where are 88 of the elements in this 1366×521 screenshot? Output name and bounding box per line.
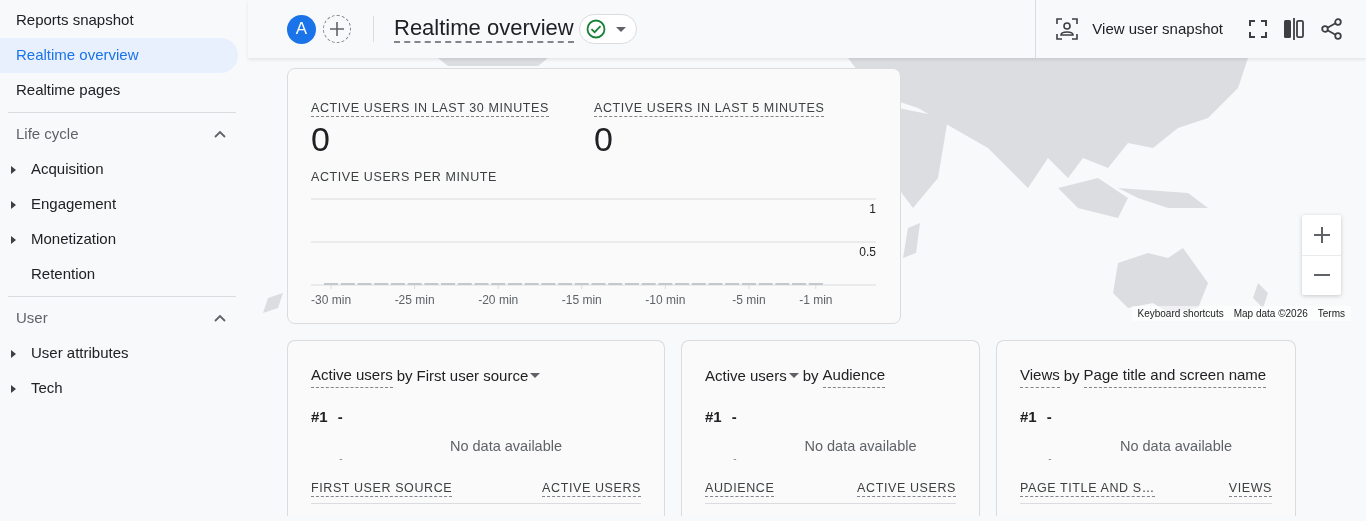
caret-icon[interactable] bbox=[10, 165, 16, 174]
nav-item[interactable]: Tech bbox=[31, 377, 63, 400]
nav-item[interactable]: Acquisition bbox=[31, 158, 104, 181]
axis-label: 1 bbox=[869, 202, 876, 217]
nav-item[interactable]: Monetization bbox=[31, 228, 117, 251]
axis-label: -5 min bbox=[732, 293, 766, 308]
section-title: Life cycle bbox=[16, 124, 79, 145]
axis-label: -20 min bbox=[478, 293, 519, 308]
chart-bar bbox=[658, 283, 673, 286]
axis-label: -10 min bbox=[645, 293, 686, 308]
nav-item[interactable]: Retention bbox=[31, 263, 96, 286]
column-header[interactable]: PAGE TITLE AND S… bbox=[1020, 480, 1155, 498]
map-attribution-link[interactable]: Keyboard shortcuts bbox=[1137, 306, 1224, 321]
card-title-text: by bbox=[396, 365, 413, 386]
section-title: User bbox=[16, 308, 48, 329]
plus-icon bbox=[329, 21, 345, 37]
chart-bar bbox=[407, 283, 422, 286]
axis-label: -1 min bbox=[799, 293, 833, 308]
avatar[interactable]: A bbox=[287, 14, 316, 44]
card-title-text: by bbox=[802, 365, 819, 386]
status-dropdown[interactable] bbox=[578, 14, 637, 44]
view-snapshot-button[interactable]: View user snapshot bbox=[1050, 17, 1229, 41]
card-title-term[interactable]: Active users bbox=[311, 364, 393, 388]
caret-icon[interactable] bbox=[10, 384, 16, 393]
empty-message: No data available bbox=[804, 438, 917, 454]
nav-item[interactable]: Realtime overview bbox=[0, 38, 238, 73]
chart-bar bbox=[641, 283, 656, 286]
zoom-in-icon[interactable] bbox=[1313, 226, 1330, 243]
nav-item[interactable]: User attributes bbox=[31, 342, 129, 365]
chart-bar bbox=[708, 283, 723, 286]
column-header[interactable]: ACTIVE USERS bbox=[542, 480, 641, 498]
column-header[interactable]: AUDIENCE bbox=[705, 480, 775, 498]
rank-label: #1 bbox=[705, 406, 722, 427]
card-title-term[interactable]: Audience bbox=[822, 364, 886, 388]
empty-message: No data available bbox=[1119, 438, 1233, 454]
chevron-up-icon[interactable] bbox=[214, 130, 226, 139]
column-header[interactable]: VIEWS bbox=[1228, 480, 1272, 498]
caret-icon[interactable] bbox=[10, 200, 16, 209]
chart-bar bbox=[524, 283, 539, 286]
column-header[interactable]: ACTIVE USERS bbox=[857, 480, 956, 498]
chart-bar bbox=[474, 283, 489, 286]
rank-value: - bbox=[731, 406, 737, 427]
caret-icon[interactable] bbox=[10, 349, 16, 358]
rank-label: #1 bbox=[1020, 406, 1037, 427]
map-attribution-link[interactable]: Map data ©2026 bbox=[1233, 306, 1308, 321]
chart-bar bbox=[541, 283, 556, 286]
metric-value: 0 bbox=[311, 121, 331, 159]
dropdown-selector[interactable]: First user source bbox=[416, 364, 541, 387]
axis-label: - bbox=[733, 453, 737, 464]
zoom-out-icon[interactable] bbox=[1313, 274, 1330, 277]
caret-icon bbox=[615, 26, 626, 32]
axis-label: -25 min bbox=[394, 293, 435, 308]
rank-value: - bbox=[1046, 406, 1052, 427]
caret-icon[interactable] bbox=[530, 373, 541, 379]
card-title-term[interactable]: Views bbox=[1020, 364, 1060, 388]
axis-label: - bbox=[1048, 453, 1052, 464]
empty-message: No data available bbox=[449, 438, 563, 454]
page-title: Realtime overview bbox=[394, 14, 574, 44]
caret-icon[interactable] bbox=[10, 235, 16, 244]
metric-label: ACTIVE USERS IN LAST 5 MINUTES bbox=[594, 100, 825, 118]
chart-title: ACTIVE USERS PER MINUTE bbox=[311, 169, 499, 187]
chart-bar bbox=[424, 283, 439, 286]
chart-bar bbox=[357, 283, 372, 286]
axis-label: -30 min bbox=[311, 293, 352, 308]
chevron-up-icon[interactable] bbox=[214, 314, 226, 323]
nav-item[interactable]: Realtime pages bbox=[0, 73, 238, 108]
chart-bar bbox=[775, 283, 790, 286]
metric-value: 0 bbox=[594, 121, 614, 159]
card-title-term[interactable]: Page title and screen name bbox=[1083, 364, 1267, 388]
fullscreen-icon[interactable] bbox=[1249, 20, 1267, 38]
share-icon[interactable] bbox=[1321, 18, 1342, 40]
caret-icon[interactable] bbox=[788, 373, 799, 379]
dropdown-selector[interactable]: Active users bbox=[705, 364, 799, 387]
rank-label: #1 bbox=[311, 406, 328, 427]
card-title-text: by bbox=[1063, 365, 1080, 386]
rank-value: - bbox=[337, 406, 343, 427]
nav-item[interactable]: Reports snapshot bbox=[0, 3, 238, 38]
axis-label: - bbox=[339, 453, 343, 464]
chart-bar bbox=[758, 283, 773, 286]
split-panel-icon[interactable] bbox=[1283, 18, 1305, 40]
chart-bar bbox=[591, 283, 606, 286]
person-scan-icon bbox=[1056, 18, 1079, 40]
axis-label: -15 min bbox=[561, 293, 602, 308]
axis-label: 0.5 bbox=[859, 245, 876, 260]
column-header[interactable]: FIRST USER SOURCE bbox=[311, 480, 453, 498]
map-attribution-link[interactable]: Terms bbox=[1317, 306, 1345, 321]
nav-item[interactable]: Engagement bbox=[31, 193, 117, 216]
metric-label: ACTIVE USERS IN LAST 30 MINUTES bbox=[311, 100, 549, 118]
